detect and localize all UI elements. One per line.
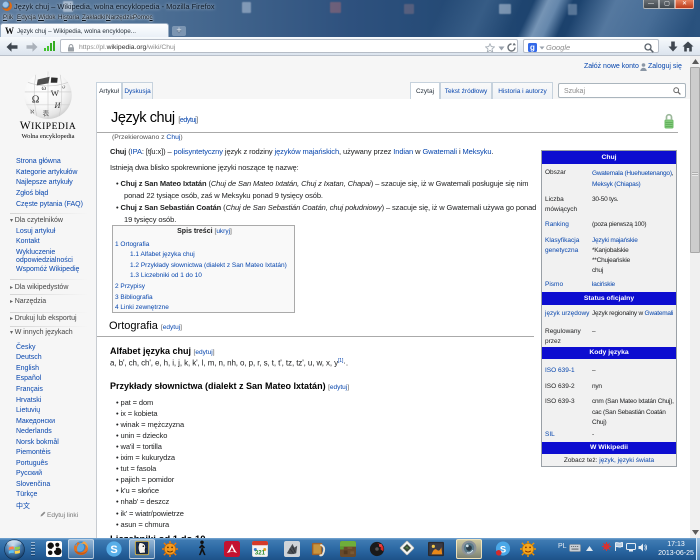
- svg-text:ℵ: ℵ: [30, 110, 34, 116]
- svg-text:W: W: [51, 88, 60, 98]
- svg-text:И: И: [53, 101, 61, 110]
- svg-text:ω: ω: [42, 84, 47, 92]
- svg-text:321: 321: [255, 550, 266, 557]
- svg-text:ن: ن: [62, 84, 66, 90]
- svg-text:S: S: [110, 544, 117, 556]
- svg-text:Ω: Ω: [32, 95, 40, 106]
